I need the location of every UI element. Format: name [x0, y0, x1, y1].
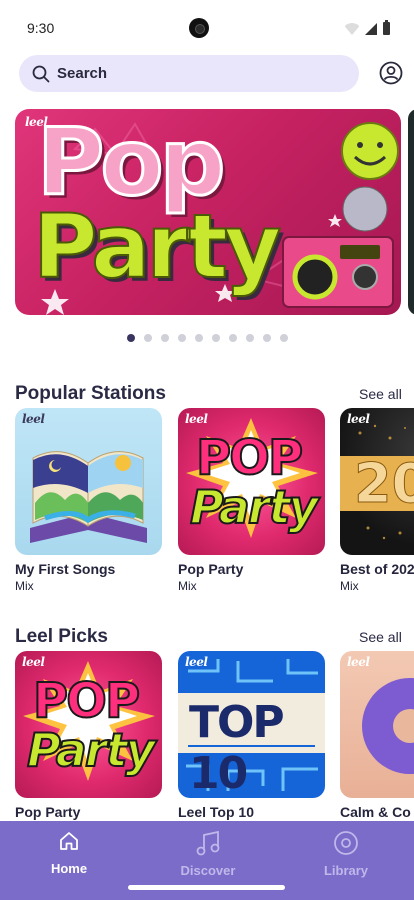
- next-banner-peek[interactable]: [408, 109, 414, 315]
- station-art-line2: Party: [189, 479, 319, 535]
- nav-discover[interactable]: Discover: [163, 830, 253, 878]
- station-art: leel POP Party: [178, 408, 325, 555]
- station-subtitle: Mix: [340, 579, 359, 593]
- status-time: 9:30: [27, 20, 55, 36]
- pick-art-line2: Party: [26, 722, 156, 778]
- station-art: leel 20: [340, 408, 414, 555]
- carousel-dot[interactable]: [195, 334, 203, 342]
- nav-library-label: Library: [323, 863, 369, 878]
- signal-icon: [365, 23, 377, 35]
- hero-title-line2: Party: [32, 194, 282, 299]
- pick-logo: leel: [22, 655, 45, 669]
- leel-picks-row: leel POP Party Pop Party leel TOP 10 Lee…: [15, 651, 414, 821]
- battery-icon: [383, 20, 390, 35]
- station-logo: leel: [347, 412, 370, 426]
- nav-home-label: Home: [50, 861, 88, 876]
- station-card-best-of[interactable]: leel 20 Best of 202 Mix: [340, 408, 414, 593]
- pick-logo: leel: [347, 655, 370, 669]
- pick-card-leel-top-10[interactable]: leel TOP 10 Leel Top 10: [178, 651, 326, 820]
- carousel-dot[interactable]: [280, 334, 288, 342]
- pick-art: leel TOP 10: [178, 651, 325, 798]
- carousel-dot[interactable]: [229, 334, 237, 342]
- popular-stations-title: Popular Stations: [15, 383, 166, 404]
- carousel-dot[interactable]: [263, 334, 271, 342]
- carousel-dot[interactable]: [246, 334, 254, 342]
- leel-picks-see-all[interactable]: See all: [359, 629, 402, 645]
- carousel-dot[interactable]: [178, 334, 186, 342]
- carousel-dot[interactable]: [161, 334, 169, 342]
- station-title: My First Songs: [15, 561, 116, 577]
- home-indicator: [128, 885, 285, 890]
- user-icon: [379, 61, 403, 85]
- station-title: Pop Party: [178, 561, 244, 577]
- station-logo: leel: [22, 412, 45, 426]
- pick-art: leel: [340, 651, 414, 798]
- status-bar: 9:30: [0, 0, 414, 56]
- popular-stations-row: leel My First Songs Mix leel POP Party P…: [15, 408, 414, 598]
- carousel-dot[interactable]: [144, 334, 152, 342]
- station-subtitle: Mix: [178, 579, 197, 593]
- pick-art-line1: POP: [32, 672, 141, 730]
- hero-banner-pop-party[interactable]: leel Pop Party: [15, 109, 401, 315]
- leel-picks-title: Leel Picks: [15, 626, 108, 647]
- carousel-pagination: [127, 334, 288, 342]
- station-card-pop-party[interactable]: leel POP Party Pop Party Mix: [178, 408, 326, 593]
- nav-discover-label: Discover: [180, 863, 236, 878]
- pick-logo: leel: [185, 655, 208, 669]
- station-art: leel: [15, 408, 162, 555]
- pick-title: Calm & Co: [340, 804, 411, 820]
- front-camera: [189, 18, 209, 38]
- pick-title: Leel Top 10: [178, 804, 254, 820]
- status-icons: [345, 20, 390, 35]
- popular-stations-see-all[interactable]: See all: [359, 386, 402, 402]
- station-logo: leel: [185, 412, 208, 426]
- station-card-my-first-songs[interactable]: leel My First Songs Mix: [15, 408, 163, 593]
- music-note-icon: [196, 830, 220, 856]
- nav-home[interactable]: Home: [24, 830, 114, 876]
- pick-card-pop-party[interactable]: leel POP Party Pop Party: [15, 651, 163, 820]
- search-icon: [31, 64, 51, 84]
- record-icon: [334, 831, 358, 855]
- home-icon: [60, 832, 78, 850]
- station-art-line1: POP: [195, 429, 304, 487]
- pick-title: Pop Party: [15, 804, 81, 820]
- pick-art: leel POP Party: [15, 651, 162, 798]
- search-input[interactable]: Search: [19, 55, 359, 92]
- nav-library[interactable]: Library: [301, 830, 391, 878]
- carousel-dot[interactable]: [127, 334, 135, 342]
- profile-button[interactable]: [379, 61, 403, 85]
- station-subtitle: Mix: [15, 579, 34, 593]
- search-placeholder: Search: [57, 65, 108, 82]
- carousel-dot[interactable]: [212, 334, 220, 342]
- station-title: Best of 202: [340, 561, 414, 577]
- station-art-text: 20: [353, 452, 414, 516]
- pick-card-calm[interactable]: leel Calm & Co: [340, 651, 414, 820]
- pick-art-text: TOP 10: [189, 697, 285, 798]
- wifi-icon: [345, 23, 359, 35]
